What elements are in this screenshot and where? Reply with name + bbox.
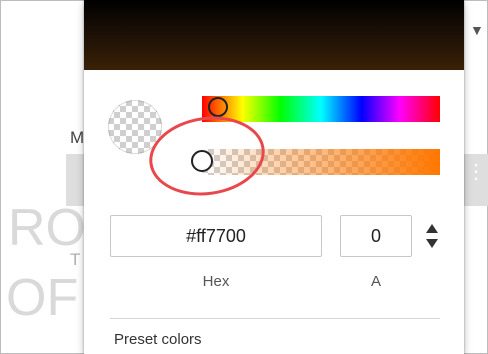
more-options-icon: ⋮ <box>466 161 486 183</box>
color-picker-popover: Hex A Preset colors <box>84 0 464 354</box>
hex-label: Hex <box>202 273 230 290</box>
background-faded-text-2: OF <box>6 269 79 327</box>
highlight-annotation-circle <box>144 109 270 203</box>
background-input-field <box>66 154 86 206</box>
background-field-label: M <box>70 128 85 147</box>
hue-slider-thumb[interactable] <box>208 97 228 117</box>
preset-colors-title: Preset colors <box>114 331 202 348</box>
up-down-arrows-icon[interactable] <box>424 220 440 252</box>
background-faded-text: RO <box>8 199 86 257</box>
hue-slider[interactable] <box>202 96 440 122</box>
hex-input[interactable] <box>110 215 322 257</box>
saturation-area[interactable] <box>84 0 464 70</box>
caret-down-icon: ▼ <box>470 22 484 38</box>
alpha-label: A <box>370 273 381 290</box>
background-field-label-2: T <box>70 250 81 269</box>
alpha-input[interactable] <box>340 215 412 257</box>
divider <box>110 318 440 319</box>
